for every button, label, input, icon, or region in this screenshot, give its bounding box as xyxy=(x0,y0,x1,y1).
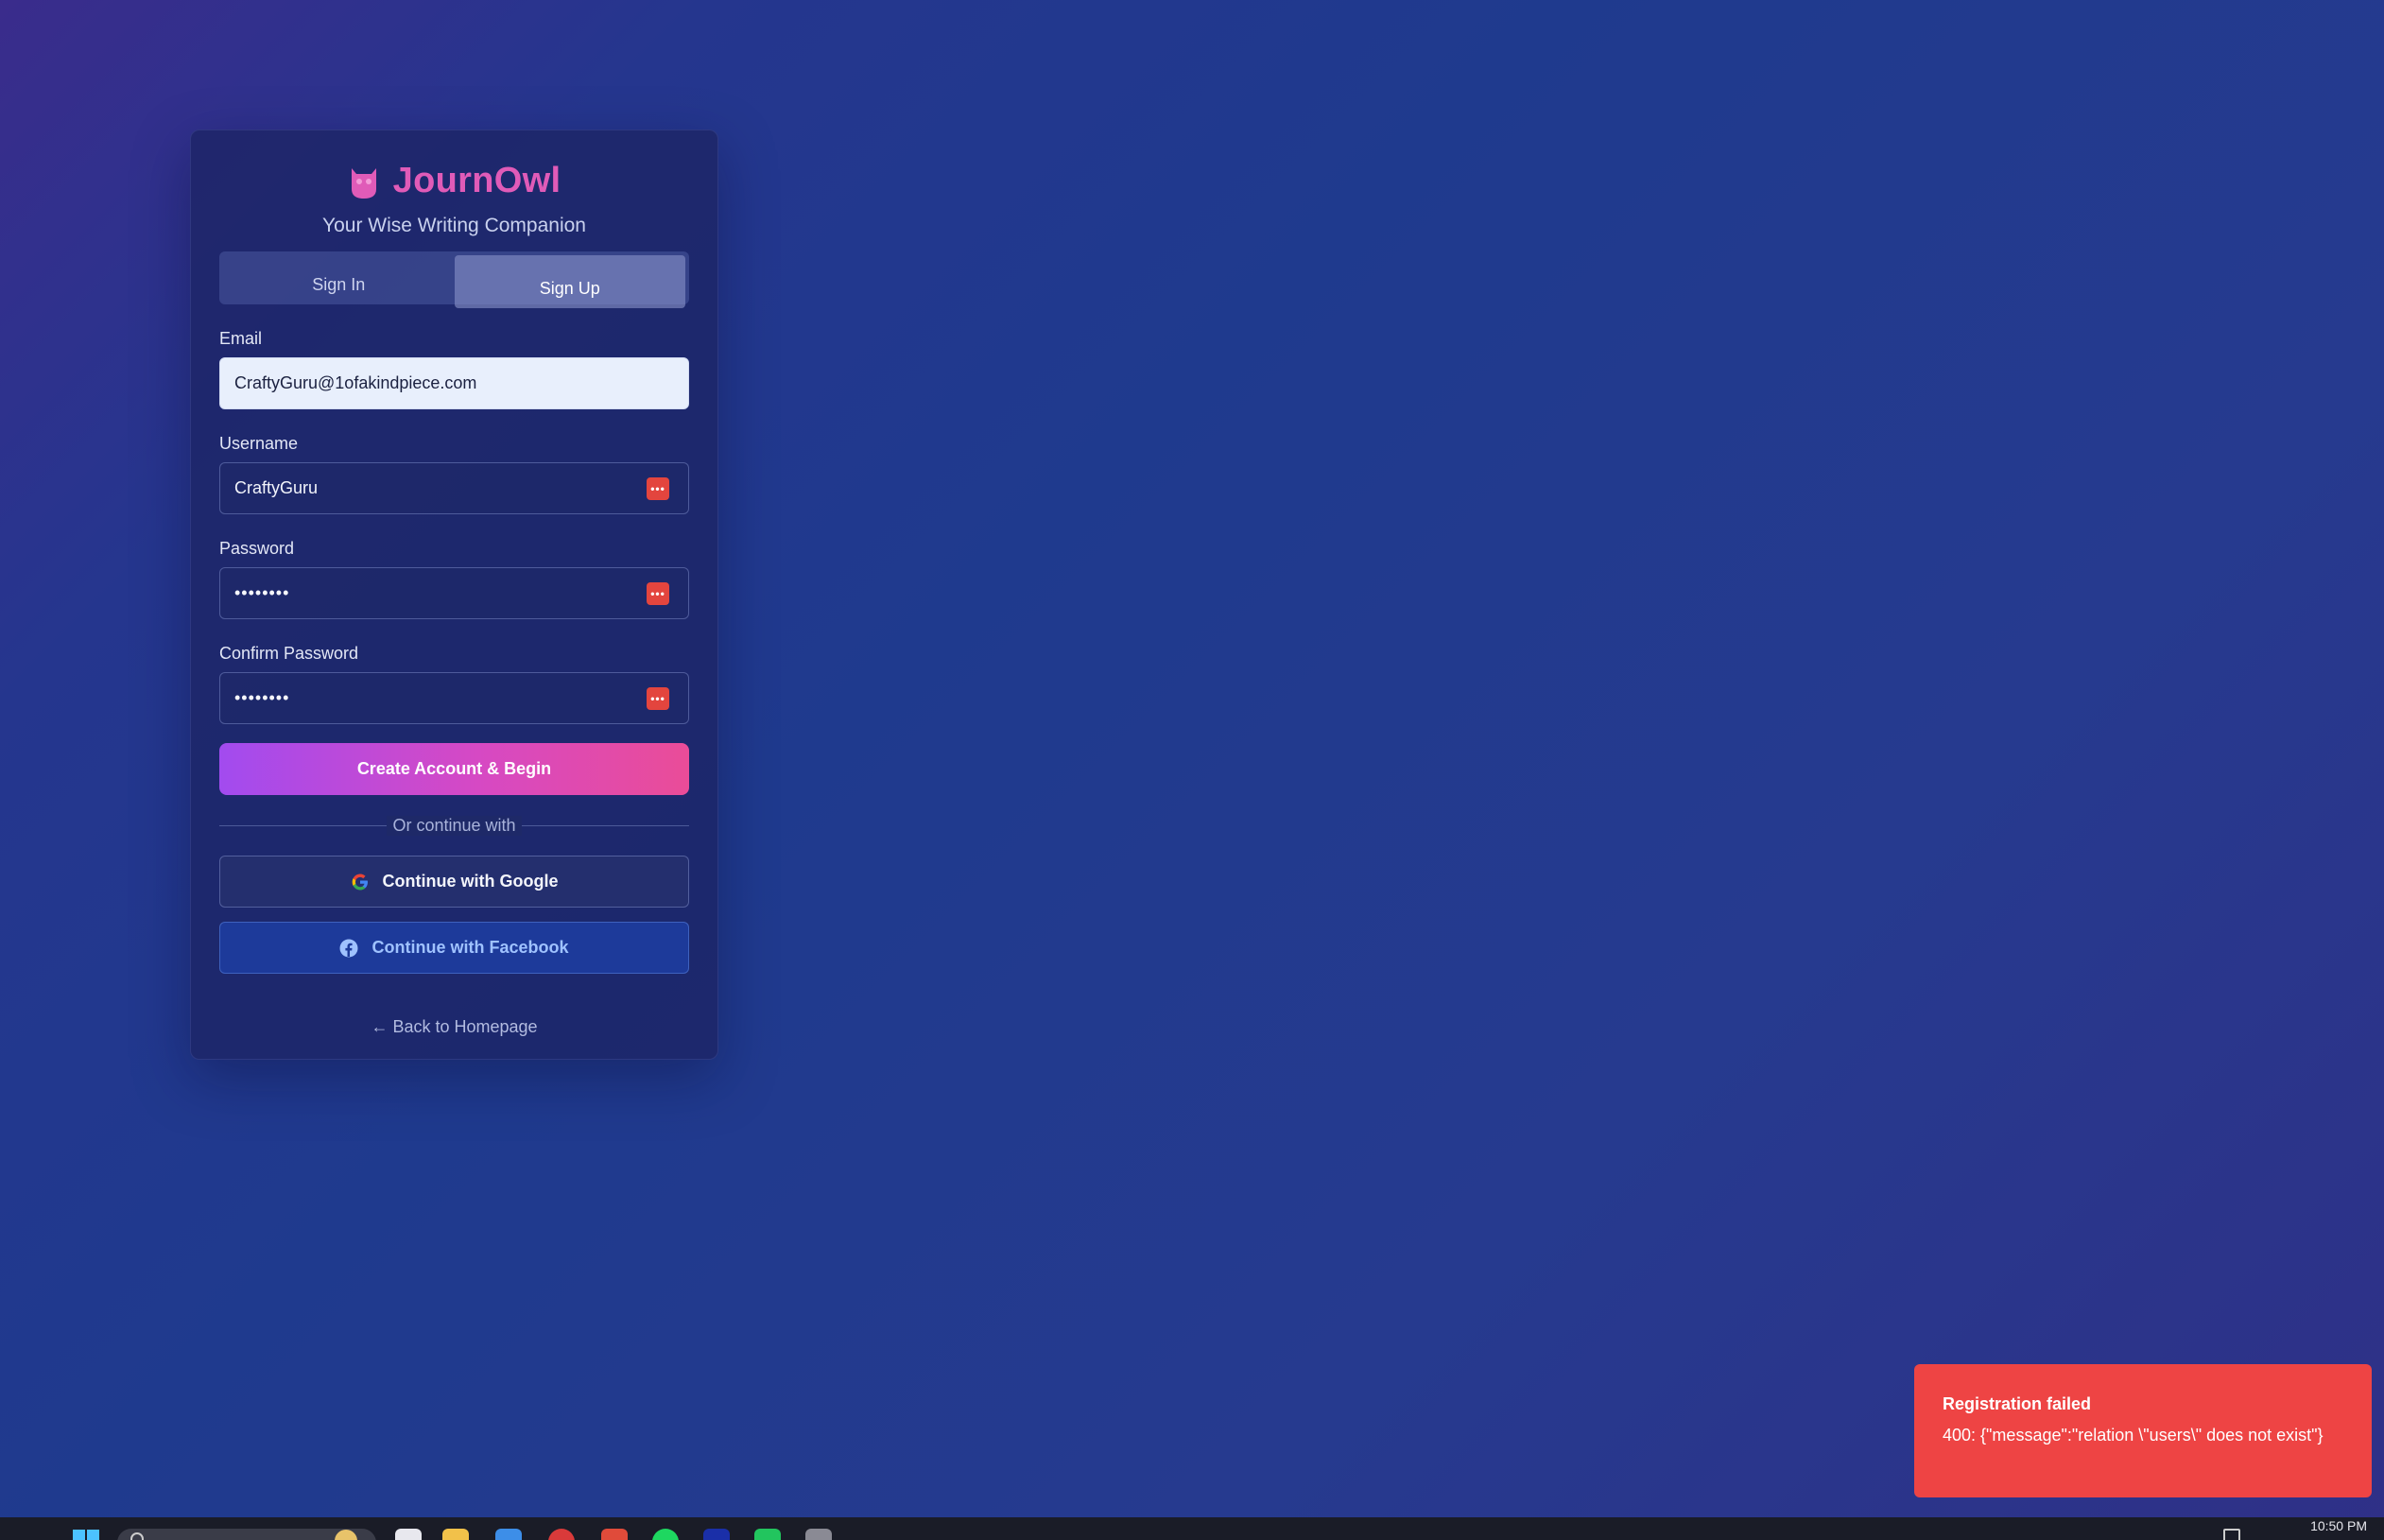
search-icon xyxy=(130,1532,144,1540)
taskbar-app-icon[interactable] xyxy=(703,1529,730,1540)
username-field[interactable]: CraftyGuru ••• xyxy=(219,462,689,514)
auth-card: JournOwl Your Wise Writing Companion Sig… xyxy=(190,130,718,1060)
password-manager-icon[interactable]: ••• xyxy=(647,476,669,500)
password-field-group: Password •••••••• ••• xyxy=(219,539,689,619)
tagline: Your Wise Writing Companion xyxy=(322,215,586,236)
username-label: Username xyxy=(219,434,299,453)
google-icon xyxy=(352,874,368,890)
auth-tabs: Sign In Sign Up xyxy=(219,251,689,308)
password-label: Password xyxy=(219,539,295,558)
password-value: •••••••• xyxy=(234,583,290,602)
username-field-group: Username CraftyGuru ••• xyxy=(219,434,689,514)
username-value: CraftyGuru xyxy=(234,478,319,497)
email-field[interactable]: CraftyGuru@1ofakindpiece.com xyxy=(219,357,689,409)
tab-sign-in[interactable]: Sign In xyxy=(223,255,455,301)
tab-sign-up[interactable]: Sign Up xyxy=(454,255,685,308)
password-manager-icon[interactable]: ••• xyxy=(647,581,669,605)
taskbar: 10:50 PM xyxy=(0,1517,2384,1540)
confirm-password-value: •••••••• xyxy=(234,688,290,707)
divider: Or continue with xyxy=(219,815,689,836)
email-label: Email xyxy=(219,329,263,348)
taskbar-app-icon[interactable] xyxy=(395,1529,422,1540)
taskbar-search[interactable] xyxy=(117,1529,376,1540)
divider-text: Or continue with xyxy=(387,815,522,836)
password-field[interactable]: •••••••• ••• xyxy=(219,567,689,619)
facebook-icon xyxy=(339,939,358,957)
confirm-password-field[interactable]: •••••••• ••• xyxy=(219,672,689,724)
facebook-button-label: Continue with Facebook xyxy=(371,938,569,957)
taskbar-app-icon[interactable] xyxy=(548,1529,575,1540)
tray-icon[interactable] xyxy=(2223,1529,2240,1540)
owl-icon xyxy=(351,167,376,199)
taskbar-app-icon[interactable] xyxy=(495,1529,522,1540)
file-explorer-icon[interactable] xyxy=(442,1529,469,1540)
spotify-icon[interactable] xyxy=(652,1529,679,1540)
brand-header: JournOwl xyxy=(219,161,689,201)
confirm-password-label: Confirm Password xyxy=(219,644,359,663)
google-button-label: Continue with Google xyxy=(382,872,559,891)
taskbar-app-icon[interactable] xyxy=(601,1529,628,1540)
create-account-button[interactable]: Create Account & Begin xyxy=(219,743,689,795)
taskbar-clock: 10:50 PM xyxy=(2310,1518,2367,1533)
taskbar-app-icon[interactable] xyxy=(754,1529,781,1540)
error-toast: Registration failed 400: {"message":"rel… xyxy=(1914,1364,2372,1497)
taskbar-app-icon[interactable] xyxy=(805,1529,832,1540)
email-field-group: Email CraftyGuru@1ofakindpiece.com xyxy=(219,329,689,409)
password-manager-icon[interactable]: ••• xyxy=(647,686,669,710)
facebook-signin-button[interactable]: Continue with Facebook xyxy=(219,922,689,974)
back-to-homepage-link[interactable]: ← Back to Homepage xyxy=(219,1017,689,1037)
toast-message: 400: {"message":"relation \"users\" does… xyxy=(1943,1426,2324,1445)
email-value: CraftyGuru@1ofakindpiece.com xyxy=(234,373,477,392)
search-highlight-icon xyxy=(335,1530,357,1540)
google-signin-button[interactable]: Continue with Google xyxy=(219,856,689,908)
toast-title: Registration failed xyxy=(1943,1394,2092,1413)
confirm-password-field-group: Confirm Password •••••••• ••• xyxy=(219,644,689,724)
windows-start-icon[interactable] xyxy=(72,1529,100,1540)
brand-name: JournOwl xyxy=(392,161,561,200)
